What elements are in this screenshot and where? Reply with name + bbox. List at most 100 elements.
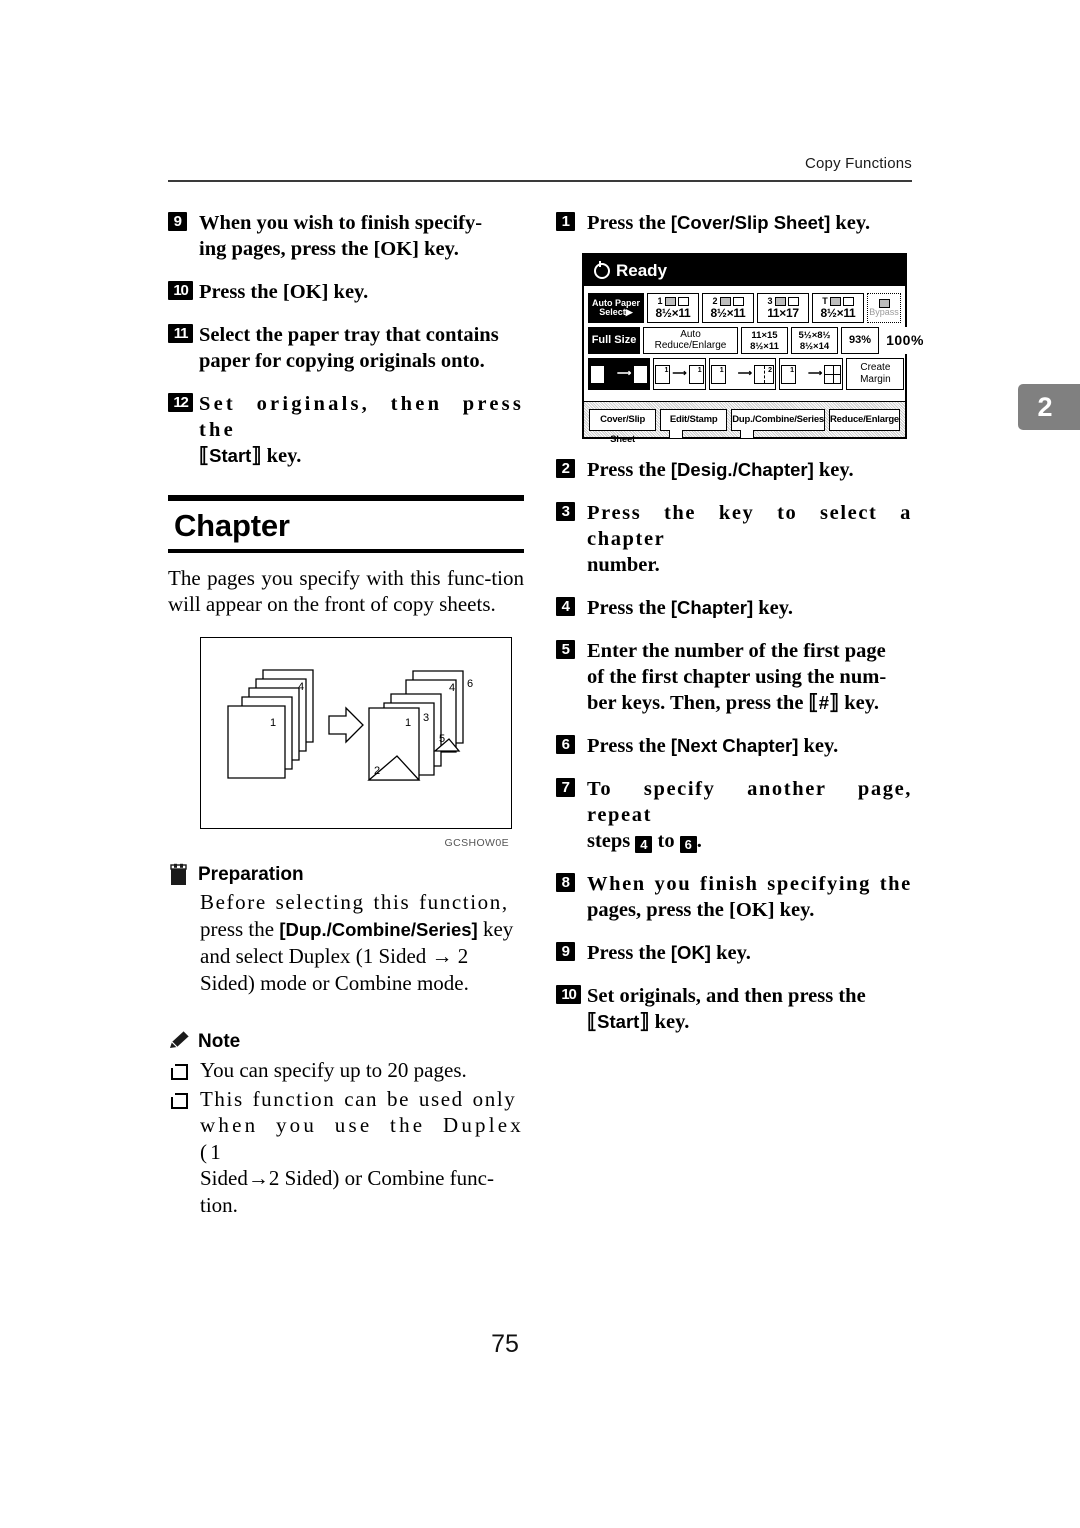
figure-label-1-result: 1 [405, 717, 411, 729]
note-list: You can specify up to 20 pages. This fun… [168, 1057, 524, 1218]
step-text-post: key. [830, 212, 871, 234]
lcd-status-bar: Ready [584, 255, 905, 288]
combine-2on1-icon: 12 ⟶ 2 [710, 364, 775, 384]
preset-ratio-1-bottom: 8½×11 [750, 340, 779, 352]
paper-tray-1-button[interactable]: 1 8½×11 [647, 293, 699, 323]
step-text-line-1: Press the [OK] key. [587, 940, 912, 966]
step-number-badge: 5 [556, 640, 575, 659]
preparation-line-1: Before selecting this function, [200, 890, 509, 914]
preset-ratio-3-button[interactable]: 93% [841, 327, 879, 354]
step-text-line-1: Press the [Next Chapter] key. [587, 733, 912, 759]
hash-key-label: # [818, 692, 829, 713]
power-ready-icon [594, 260, 610, 279]
paper-orientation-icon [842, 297, 854, 307]
paper-tray-T-button[interactable]: T 8½×11 [812, 293, 864, 323]
step-text-line-3: ber keys. Then, press the ⟦#⟧ key. [587, 692, 880, 714]
step-text-post: key. [813, 459, 854, 481]
step-5-right: 5 Enter the number of the first page of … [556, 638, 912, 716]
chapter-thumb-tab: 2 [1018, 384, 1080, 430]
paper-orientation-icon [732, 297, 744, 307]
start-key-label: Start [597, 1011, 640, 1032]
step-text-pre: Press the [587, 597, 671, 619]
auto-paper-select-button[interactable]: Auto Paper Select▶ [588, 293, 644, 323]
cover-slip-sheet-key-label: [Cover/Slip Sheet] [670, 212, 831, 233]
step-text-post: key. [649, 1011, 690, 1033]
note-bullet-icon [171, 1092, 188, 1109]
step-6-right: 6 Press the [Next Chapter] key. [556, 733, 912, 759]
step-text-line-1: When you wish to finish specify- [199, 212, 483, 234]
preparation-line-4: Sided) mode or Combine mode. [200, 970, 469, 995]
step-text-suffix: key. [261, 445, 302, 467]
lcd-status-text: Ready [616, 261, 668, 280]
step-text-line-1: Press the [Desig./Chapter] key. [587, 457, 912, 483]
step-number-badge: 11 [168, 324, 193, 343]
tab-dup-combine-series[interactable]: Dup./Combine/Series [731, 408, 825, 439]
tab-reduce-enlarge[interactable]: Reduce/Enlarge [829, 408, 901, 431]
preset-ratio-2-top: 5½×8½ [798, 329, 831, 341]
step-3-right: 3 Press the key to select a chapter numb… [556, 500, 912, 578]
step-text-line-2: ⟦Start⟧ key. [199, 445, 302, 467]
step-text-line-1: Enter the number of the first page [587, 640, 886, 662]
desig-chapter-key-label: [Desig./Chapter] [670, 459, 814, 480]
note-title: Note [198, 1031, 241, 1052]
chapter-key-label: [Chapter] [670, 597, 754, 618]
ok-key-label: [OK] [670, 942, 711, 963]
step-number-badge: 12 [168, 393, 193, 412]
combine-2on1-button[interactable]: 12 ⟶ 2 [708, 358, 777, 390]
step-text-line-2: of the first chapter using the num- [587, 666, 887, 688]
step-text-line-1: Press the [Cover/Slip Sheet] key. [587, 210, 912, 236]
paper-tray-3-button[interactable]: 3 11×17 [757, 293, 809, 323]
tray-stack-icon [829, 297, 841, 307]
figure-arrow [328, 706, 364, 744]
step-number-badge: 2 [556, 459, 575, 478]
paper-tray-2-button[interactable]: 2 8½×11 [702, 293, 754, 323]
lcd-body: Auto Paper Select▶ 1 8½×11 2 8½×11 3 11×… [584, 288, 928, 390]
preset-ratio-2-button[interactable]: 5½×8½ 8½×14 [791, 327, 838, 354]
step-text-line-1: Select the paper tray that contains [199, 324, 499, 346]
step-text-post: key. [839, 692, 880, 714]
lcd-duplex-row: 12 ⟶ 1 1 ⟶ 1 12 ⟶ 2 1 2 ⟶ Create Margin [588, 358, 905, 390]
note-item-line-3: Sided→2 Sided) or Combine func- [200, 1166, 494, 1190]
combine-4on1-button[interactable]: 12 ⟶ [779, 358, 844, 390]
step-text-post: key. [753, 597, 793, 619]
header-divider [168, 180, 912, 182]
bypass-tray-button[interactable]: Bypass [867, 293, 901, 323]
step-1-right: 1 Press the [Cover/Slip Sheet] key. [556, 210, 912, 236]
step-text-line-1: Press the key to select a chapter [587, 502, 912, 550]
step-number-badge: 9 [556, 942, 575, 961]
right-column: 1 Press the [Cover/Slip Sheet] key. Read… [556, 210, 928, 1035]
paper-orientation-icon [787, 297, 799, 307]
step-number-badge: 9 [168, 212, 187, 231]
section-heading-block: Chapter [168, 495, 524, 553]
step-text-line-1: Set originals, and then press the [587, 985, 866, 1007]
chapter-illustration: 4 1 4 6 1 3 5 2 GCSHOW0E [200, 637, 512, 849]
create-margin-button[interactable]: Create Margin [846, 358, 905, 390]
bypass-tray-label: Bypass [869, 306, 899, 317]
tray-stack-icon [719, 297, 731, 307]
running-header: Copy Functions [804, 155, 912, 172]
figure-label-3-result: 3 [423, 712, 429, 724]
step-number-badge: 7 [556, 778, 575, 797]
step-10-right: 10 Set originals, and then press the ⟦St… [556, 983, 912, 1035]
current-zoom-ratio: 100% [882, 327, 928, 354]
duplex-2to2-icon: 1 ⟶ 1 [655, 364, 704, 384]
duplex-2to2-sided-button[interactable]: 1 ⟶ 1 [653, 358, 706, 390]
preset-ratio-1-button[interactable]: 11×15 8½×11 [741, 327, 788, 354]
step-text-line-1: To specify another page, repeat [587, 778, 912, 826]
step-number-badge: 10 [168, 281, 193, 300]
tab-cover-slip-sheet[interactable]: Cover/Slip Sheet [589, 408, 657, 445]
lcd-paper-tray-row: Auto Paper Select▶ 1 8½×11 2 8½×11 3 11×… [588, 293, 901, 323]
step-text-pre: Press the [587, 942, 671, 964]
note-block: Note You can specify up to 20 pages. Thi… [168, 1030, 524, 1218]
step-number-badge: 4 [556, 597, 575, 616]
paper-orientation-icon [677, 297, 689, 307]
full-size-button[interactable]: Full Size [588, 327, 640, 354]
step-8-right: 8 When you finish specifying the pages, … [556, 871, 912, 923]
auto-reduce-enlarge-button[interactable]: Auto Reduce/Enlarge [643, 327, 738, 354]
chapter-illustration-svg: 4 1 4 6 1 3 5 2 [227, 669, 473, 781]
tab-edit-stamp[interactable]: Edit/Stamp [660, 408, 728, 439]
step-text-post: key. [798, 735, 839, 757]
next-chapter-key-label: [Next Chapter] [670, 735, 799, 756]
duplex-1to2-sided-button[interactable]: 12 ⟶ 1 [588, 358, 651, 390]
note-list-item: You can specify up to 20 pages. [168, 1057, 524, 1084]
